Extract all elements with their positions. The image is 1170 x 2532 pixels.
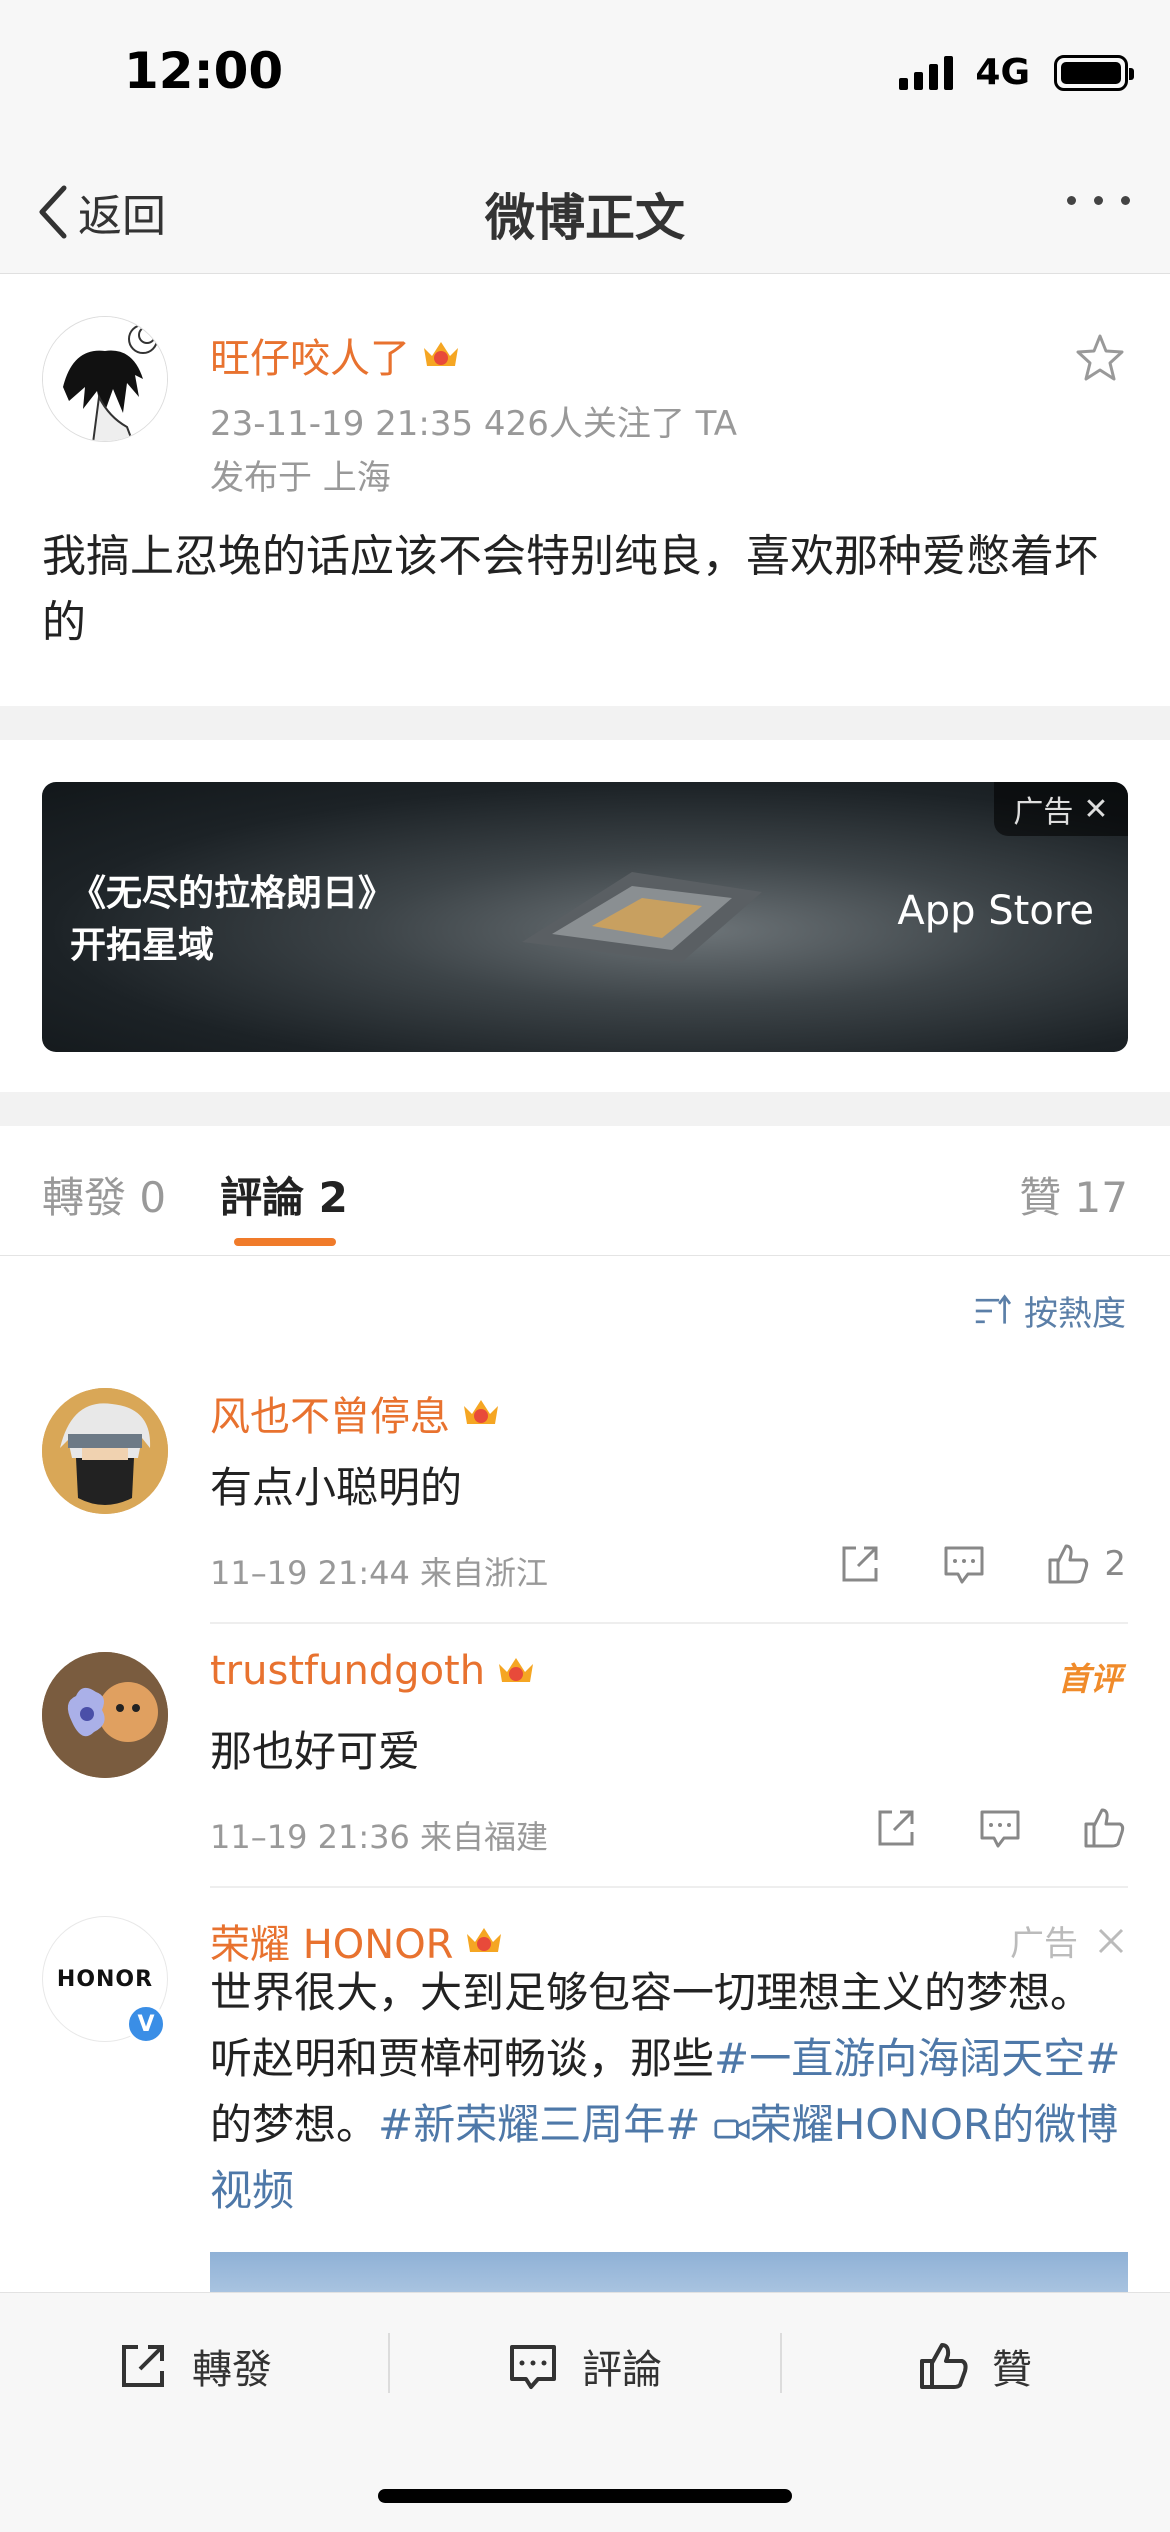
ad-title-line2: 开拓星域: [70, 925, 215, 966]
first-comment-badge: 首评: [1057, 1660, 1122, 1698]
page-title: 微博正文: [485, 189, 685, 247]
comment-icon: [510, 2345, 556, 2389]
video-icon: [714, 2118, 750, 2140]
post-text: 我搞上忍堍的话应该不会特别纯良，喜欢那种爱憋着坏的: [42, 531, 1098, 648]
comment-author-name: 风也不曾停息: [210, 1394, 450, 1440]
avatar-illustration: [42, 1652, 168, 1778]
ad-banner[interactable]: 《无尽的拉格朗日》 开拓星域 App Store 广告 ✕: [42, 782, 1128, 1052]
ad-close-tag[interactable]: 广告: [1010, 1916, 1126, 1965]
post-location: 发布于 上海: [210, 458, 391, 498]
ad-section: 《无尽的拉格朗日》 开拓星域 App Store 广告 ✕: [0, 740, 1170, 1092]
thumbs-up-icon: [920, 2343, 968, 2389]
active-tab-indicator: [234, 1238, 336, 1246]
close-icon: ✕: [1083, 791, 1109, 827]
more-icon[interactable]: [1067, 196, 1130, 205]
avatar-illustration: [43, 317, 167, 441]
divider: [388, 2333, 390, 2393]
comment-item: 风也不曾停息 有点小聪明的 11–19 21:44 来自浙江 2: [0, 1380, 1170, 1630]
avatar[interactable]: [42, 1652, 168, 1778]
post-meta: 23-11-19 21:35 426人关注了 TA: [210, 404, 738, 444]
thumbs-up-icon: [1048, 1544, 1089, 1584]
avatar[interactable]: [42, 316, 168, 442]
comment-actions: 2: [838, 1542, 1126, 1586]
tab-repost[interactable]: 轉發 0: [42, 1164, 166, 1225]
ad-text-part: 的梦想。: [210, 2100, 379, 2149]
home-indicator: [378, 2489, 792, 2503]
comment-button[interactable]: 評論: [506, 2337, 662, 2395]
honor-logo-text: HONOR: [56, 1966, 154, 1992]
comment-divider: [210, 1886, 1128, 1888]
status-time: 12:00: [124, 42, 284, 100]
crown-icon: [424, 342, 458, 366]
hashtag-link[interactable]: #一直游向海阔天空#: [714, 2034, 1120, 2083]
signal-icon: [899, 55, 954, 90]
nav-bar: 返回 微博正文: [0, 150, 1170, 274]
post-author-name: 旺仔咬人了: [210, 336, 410, 382]
comment-actions: [874, 1806, 1126, 1850]
comment-text: 有点小聪明的: [210, 1463, 463, 1512]
section-divider: [0, 706, 1170, 740]
ad-close-tag[interactable]: 广告 ✕: [994, 782, 1128, 836]
ad-title-line1: 《无尽的拉格朗日》: [70, 873, 395, 914]
crown-icon: [467, 1928, 502, 1952]
ad-comment-text: 世界很大，大到足够包容一切理想主义的梦想。听赵明和贾樟柯畅谈，那些#一直游向海阔…: [210, 1960, 1130, 2224]
share-icon[interactable]: [838, 1542, 882, 1586]
tab-comment[interactable]: 評論 2: [220, 1164, 348, 1225]
thumbs-up-icon[interactable]: [1082, 1806, 1126, 1850]
spaceship-graphic: [522, 872, 762, 962]
comment-icon[interactable]: [942, 1542, 986, 1586]
tab-like[interactable]: 贊 17: [1019, 1164, 1128, 1225]
comment-label: 評論: [582, 2347, 662, 2393]
ad-tag-label: 广告: [1013, 795, 1074, 830]
battery-icon: [1054, 54, 1134, 91]
verified-icon: V: [126, 2004, 166, 2044]
like-button[interactable]: 贊: [916, 2337, 1032, 2395]
repost-label: 轉發: [192, 2347, 272, 2393]
status-bar: 12:00 4G: [0, 0, 1170, 150]
repost-button[interactable]: 轉發: [116, 2337, 272, 2395]
comment-author-name: trustfundgoth: [210, 1648, 486, 1694]
close-icon: [1098, 1928, 1124, 1953]
post-author[interactable]: 旺仔咬人了: [210, 326, 462, 384]
crown-icon: [464, 1400, 498, 1424]
crown-icon: [499, 1658, 534, 1682]
sort-label: 按熱度: [1024, 1294, 1126, 1334]
store-text: App Store: [897, 888, 1094, 934]
comment-author[interactable]: trustfundgoth: [210, 1648, 537, 1694]
sort-button[interactable]: 按熱度: [972, 1286, 1126, 1335]
star-icon[interactable]: [1074, 332, 1126, 384]
comment-text: 那也好可爱: [210, 1727, 421, 1776]
like-count: 2: [1104, 1544, 1126, 1584]
like-button[interactable]: 2: [1046, 1542, 1126, 1586]
interaction-tabs: 轉發 0 評論 2 贊 17: [0, 1126, 1170, 1256]
network-label: 4G: [975, 52, 1030, 93]
like-label: 贊: [992, 2347, 1032, 2393]
comment-meta: 11–19 21:44 来自浙江: [210, 1554, 549, 1592]
sort-icon: [975, 1293, 1012, 1324]
avatar-illustration: [42, 1388, 168, 1514]
hashtag-link[interactable]: #新荣耀三周年#: [378, 2100, 700, 2149]
status-indicators: 4G: [899, 52, 1134, 93]
share-icon: [122, 2345, 164, 2387]
comment-icon[interactable]: [978, 1806, 1022, 1850]
section-divider: [0, 1092, 1170, 1126]
bottom-action-bar: 轉發 評論 贊: [0, 2292, 1170, 2532]
ad-tag-label: 广告: [1010, 1924, 1078, 1964]
share-icon[interactable]: [874, 1806, 918, 1850]
comment-divider: [210, 1622, 1128, 1624]
comment-item: trustfundgoth 首评 那也好可爱 11–19 21:36 来自福建: [0, 1644, 1170, 1894]
comment-meta: 11–19 21:36 来自福建: [210, 1818, 549, 1856]
ad-image-preview[interactable]: [210, 2252, 1128, 2292]
app-store-label: App Store: [889, 888, 1094, 934]
avatar[interactable]: [42, 1388, 168, 1514]
comment-author[interactable]: 风也不曾停息: [210, 1384, 502, 1442]
ad-title: 《无尽的拉格朗日》 开拓星域: [70, 868, 394, 972]
post-card: 旺仔咬人了 23-11-19 21:35 426人关注了 TA 发布于 上海 我…: [0, 274, 1170, 706]
divider: [780, 2333, 782, 2393]
